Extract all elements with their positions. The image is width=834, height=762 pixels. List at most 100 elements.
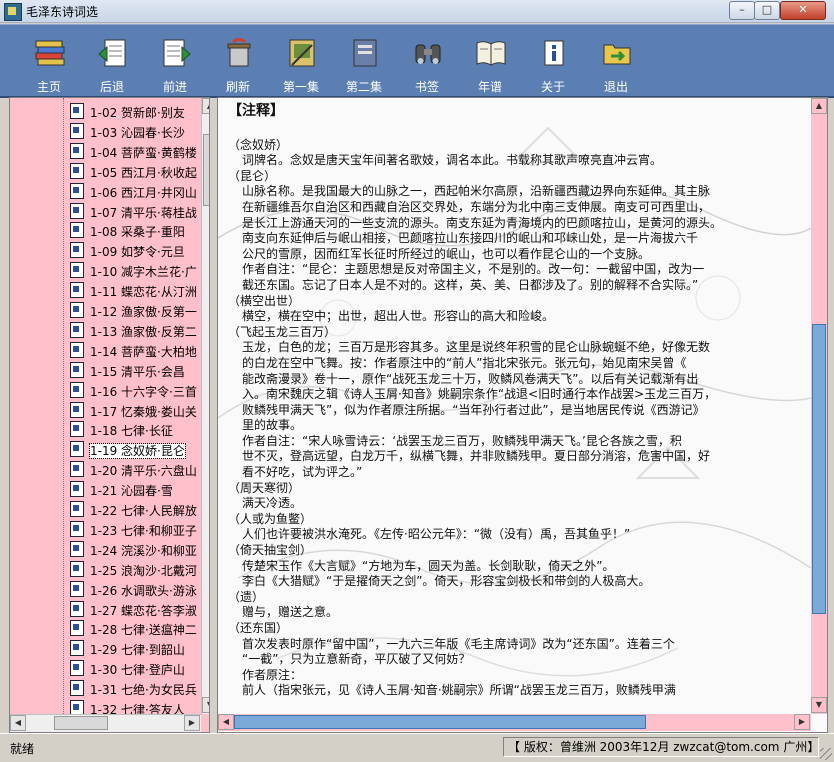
tree-item[interactable]: 1-31 七绝·为女民兵	[70, 680, 209, 698]
tree-horizontal-scrollbar[interactable]: ◀ ▶	[10, 714, 201, 732]
content-scroll-down-icon[interactable]: ▼	[811, 697, 827, 713]
tree-item[interactable]: 1-28 七律·送瘟神二	[70, 620, 209, 638]
tree-item[interactable]: 1-16 十六字令·三首	[70, 381, 209, 400]
tree-item-label: 1-30 七律·登庐山	[90, 663, 185, 678]
back-button[interactable]: 后退	[83, 25, 141, 96]
document-icon	[70, 540, 84, 557]
tree-item-label: 1-24 浣溪沙·和柳亚	[90, 543, 197, 558]
volume-one-label: 第一集	[282, 80, 319, 94]
annotation-heading: （周天寒彻）	[228, 480, 301, 495]
tree-item-label: 1-28 七律·送瘟神二	[90, 623, 197, 638]
tree-hscroll-thumb[interactable]	[54, 716, 108, 730]
info-icon	[544, 40, 564, 66]
content-vertical-scrollbar[interactable]: ▲ ▼	[811, 98, 827, 714]
tree-item[interactable]: 1-22 七律·人民解放	[70, 501, 209, 519]
tree-item-label: 1-09 如梦令·元旦	[90, 245, 185, 260]
tree-item-label: 1-05 西江月·秋收起	[90, 165, 197, 180]
tree-item[interactable]: 1-13 渔家傲·反第二	[70, 321, 209, 340]
tree-scroll-thumb[interactable]	[203, 134, 209, 206]
resize-grip-icon[interactable]	[820, 748, 832, 760]
document-icon	[70, 321, 84, 338]
annotation-body: 赠与，赠送之意。	[242, 605, 339, 620]
tree-item[interactable]: 1-07 清平乐·蒋桂战	[70, 202, 209, 221]
home-button[interactable]: 主页	[20, 25, 78, 96]
tree-item[interactable]: 1-10 减字木兰花·广	[70, 262, 209, 280]
tree-item[interactable]: 1-27 蝶恋花·答李淑	[70, 600, 209, 619]
content-scroll-right-icon[interactable]: ▶	[794, 714, 810, 730]
app-icon	[4, 3, 22, 21]
tree-item-label: 1-13 渔家傲·反第二	[90, 324, 197, 339]
tree-item-label: 1-15 清平乐·会昌	[90, 364, 185, 379]
tree-item[interactable]: 1-15 清平乐·会昌	[70, 361, 209, 380]
annotation-body: 山脉名称。是我国最大的山脉之一，西起帕米尔高原，沿新疆西藏边界向东延伸。其主脉 …	[242, 184, 723, 292]
tree-item-label: 1-16 十六字令·三首	[90, 384, 197, 399]
tree-item-label: 1-14 菩萨蛮·大柏地	[90, 344, 197, 359]
scroll-left-icon[interactable]: ◀	[10, 715, 26, 731]
close-button[interactable]: ✕	[780, 1, 826, 20]
tree-item[interactable]: 1-25 浪淘沙·北戴河	[70, 560, 209, 579]
tree-vertical-scrollbar[interactable]: ▲ ▼	[201, 98, 209, 714]
annotation-heading: （横空出世）	[228, 293, 301, 308]
annotation-body: 传楚宋玉作《大言赋》“方地为车，圆天为盖。长剑耿耿，倚天之外”。 李白《大猎赋》…	[242, 558, 651, 589]
tree-item[interactable]: 1-04 菩萨蛮·黄鹤楼	[70, 142, 209, 161]
bookmark-button[interactable]: 书签	[398, 25, 456, 96]
chronology-button[interactable]: 年谱	[461, 25, 519, 96]
tree-item-label: 1-03 沁园春·长沙	[90, 125, 185, 140]
about-button[interactable]: 关于	[524, 25, 582, 96]
tree-item[interactable]: 1-09 如梦令·元旦	[70, 242, 209, 260]
document-icon	[70, 103, 84, 119]
document-icon	[70, 302, 84, 318]
exit-button[interactable]: 退出	[587, 25, 645, 96]
tree-item[interactable]: 1-18 七律·长征	[70, 421, 209, 439]
content-scroll-left-icon[interactable]: ◀	[218, 714, 234, 730]
tree-item-label: 1-25 浪淘沙·北戴河	[90, 563, 197, 578]
tree-item-label: 1-18 七律·长征	[90, 424, 173, 439]
tree-item-label: 1-21 沁园春·雪	[90, 484, 173, 499]
volume-one-button[interactable]: 第一集	[272, 25, 330, 96]
scroll-down-icon[interactable]: ▼	[202, 697, 209, 713]
tree-item[interactable]: 1-14 菩萨蛮·大柏地	[70, 341, 209, 360]
content-horizontal-scrollbar[interactable]: ◀ ▶	[218, 714, 811, 731]
annotation-view[interactable]: 【注释】 （念奴娇） 词牌名。念奴是唐天宝年间著名歌妓，调名本此。书载称其歌声嘹亮…	[217, 97, 828, 733]
annotation-heading: （遗）	[228, 589, 265, 604]
tree-item[interactable]: 1-20 清平乐·六盘山	[70, 461, 209, 479]
tree-item[interactable]: 1-19 念奴娇·昆仑	[70, 441, 209, 460]
document-icon	[70, 501, 84, 517]
volume-one-icon	[289, 39, 315, 67]
tree-item[interactable]: 1-24 浣溪沙·和柳亚	[70, 540, 209, 559]
scroll-right-icon[interactable]: ▶	[184, 715, 200, 731]
minimize-button[interactable]: –	[729, 1, 755, 20]
copyright-text: 【 版权：曾维洲 2003年12月 zwzcat@tom.com 广州】	[503, 737, 819, 757]
content-hscroll-thumb[interactable]	[234, 715, 646, 729]
tree-item[interactable]: 1-02 贺新郎·别友	[70, 103, 209, 121]
tree-item[interactable]: 1-29 七律·到韶山	[70, 640, 209, 658]
tree-item[interactable]: 1-08 采桑子·重阳	[70, 222, 209, 240]
tree-item[interactable]: 1-17 忆秦娥·娄山关	[70, 401, 209, 420]
binoculars-icon	[415, 44, 441, 64]
maximize-button[interactable]: □	[754, 1, 780, 20]
annotation-heading: （还东国）	[228, 621, 289, 635]
annotation-heading: （飞起玉龙三百万）	[228, 324, 337, 339]
volume-two-button[interactable]: 第二集	[335, 25, 393, 96]
home-label: 主页	[36, 80, 61, 94]
tree-item[interactable]: 1-03 沁园春·长沙	[70, 122, 209, 141]
document-icon	[70, 600, 84, 617]
tree-item[interactable]: 1-21 沁园春·雪	[70, 481, 209, 499]
poem-tree[interactable]: 1-02 贺新郎·别友 1-03 沁园春·长沙 1-04 菩萨蛮·黄鹤楼 1-05 西…	[9, 97, 210, 733]
content-scroll-up-icon[interactable]: ▲	[811, 98, 827, 114]
title-bar: 毛泽东诗词选 – □ ✕	[0, 0, 834, 23]
forward-button[interactable]: 前进	[146, 25, 204, 96]
tree-item[interactable]: 1-12 渔家傲·反第一	[70, 302, 209, 320]
tree-item[interactable]: 1-26 水调歌头·游泳	[70, 580, 209, 599]
tree-item[interactable]: 1-30 七律·登庐山	[70, 660, 209, 678]
tree-item[interactable]: 1-06 西江月·井冈山	[70, 182, 209, 201]
scroll-up-icon[interactable]: ▲	[202, 98, 209, 114]
content-scroll-thumb[interactable]	[812, 324, 826, 614]
status-text: 就绪	[10, 742, 35, 756]
tree-item[interactable]: 1-05 西江月·秋收起	[70, 162, 209, 181]
volume-two-icon	[353, 39, 377, 67]
tree-item[interactable]: 1-23 七律·和柳亚子	[70, 520, 209, 539]
tree-item[interactable]: 1-11 蝶恋花·从汀洲	[70, 282, 209, 300]
refresh-button[interactable]: 刷新	[209, 25, 267, 96]
document-icon	[70, 122, 84, 139]
